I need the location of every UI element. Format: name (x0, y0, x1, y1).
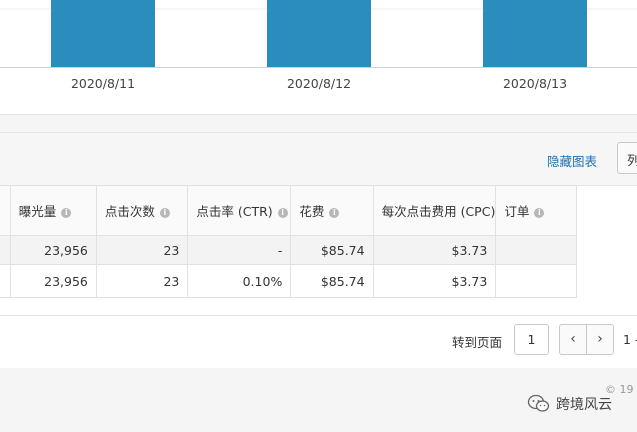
spend-chart-panel: 2020/8/11 2020/8/12 2020/8/13 (0, 0, 637, 115)
table-cell: $3.73 (372, 264, 497, 298)
campaign-table-panel: 隐藏图表 列 品曝光量 i 点击次数 i 点击率 (CTR) i 花费 i 每次点击费用 (CP… (0, 132, 637, 368)
table-cell: 23 (95, 264, 189, 298)
column-header[interactable]: 订单 i (495, 185, 577, 236)
column-header-label: 点击次数 (104, 204, 155, 219)
table-cell: $3.73 (372, 235, 497, 265)
column-header[interactable]: 花费 i (290, 185, 374, 236)
column-header-label: 花费 (299, 204, 325, 219)
metrics-table: 品曝光量 i 点击次数 i 点击率 (CTR) i 花费 i 每次点击费用 (CPC) 订单 i 2… (0, 185, 577, 298)
table-cell: 0.10% (187, 264, 292, 298)
table-cell (0, 235, 11, 265)
pagination-bar: 转到页面 ‹ › 1 - (0, 315, 637, 368)
wechat-icon (527, 394, 550, 412)
column-header-label: 订单 (504, 204, 530, 219)
next-page-button[interactable]: › (586, 324, 614, 355)
bar-1[interactable] (267, 0, 371, 67)
x-tick-label: 2020/8/11 (70, 76, 136, 91)
bar-0[interactable] (51, 0, 155, 67)
table-cell (0, 264, 11, 298)
bar-2[interactable] (483, 0, 587, 67)
prev-page-button[interactable]: ‹ (559, 324, 587, 355)
info-icon[interactable]: i (61, 207, 72, 218)
watermark: 跨境风云 (527, 393, 612, 415)
chart-bars (51, 0, 587, 67)
x-tick-label: 2020/8/13 (502, 76, 568, 91)
table-row: 23,956 23 0.10% $85.74 $3.73 (0, 264, 577, 298)
table-cell: 23 (95, 235, 189, 265)
table-cell: 23,956 (9, 264, 97, 298)
page-range-label: 1 - (623, 332, 637, 347)
info-icon[interactable]: i (534, 207, 545, 218)
watermark-text: 跨境风云 (556, 397, 612, 413)
table-cell (495, 264, 577, 298)
x-tick-label: 2020/8/12 (286, 76, 352, 91)
column-header-label: 曝光量 (18, 204, 57, 219)
column-header[interactable]: 品 (0, 185, 11, 236)
info-icon[interactable]: i (159, 207, 170, 218)
table-cell: $85.74 (290, 264, 374, 298)
table-cell (495, 235, 577, 265)
hide-chart-link[interactable]: 隐藏图表 (547, 151, 597, 170)
column-header[interactable]: 点击率 (CTR) i (187, 185, 292, 236)
table-total-row: 23,956 23- $85.74 $3.73 (0, 235, 577, 265)
column-header[interactable]: 点击次数 i (95, 185, 189, 236)
column-header-label: 每次点击费用 (CPC) (381, 204, 496, 219)
goto-page-label: 转到页面 (452, 335, 503, 350)
table-toolbar: 隐藏图表 列 (0, 133, 637, 186)
info-icon[interactable]: i (277, 207, 288, 218)
column-header-label: 点击率 (CTR) (196, 204, 273, 219)
table-cell: - (187, 235, 292, 265)
table-cell: $85.74 (290, 235, 374, 265)
data-grid: 品曝光量 i 点击次数 i 点击率 (CTR) i 花费 i 每次点击费用 (CPC) 订单 i 2… (0, 185, 637, 315)
column-header[interactable]: 曝光量 i (9, 185, 97, 236)
table-header-row: 品曝光量 i 点击次数 i 点击率 (CTR) i 花费 i 每次点击费用 (CPC) 订单 i (0, 185, 577, 236)
chevron-left-icon: ‹ (570, 331, 576, 347)
column-header[interactable]: 每次点击费用 (CPC) (372, 185, 497, 236)
columns-button[interactable]: 列 (617, 142, 637, 174)
bar-chart (0, 0, 637, 68)
info-icon[interactable]: i (329, 207, 340, 218)
chevron-right-icon: › (597, 331, 603, 347)
table-cell: 23,956 (9, 235, 97, 265)
page-number-input[interactable] (514, 324, 549, 355)
